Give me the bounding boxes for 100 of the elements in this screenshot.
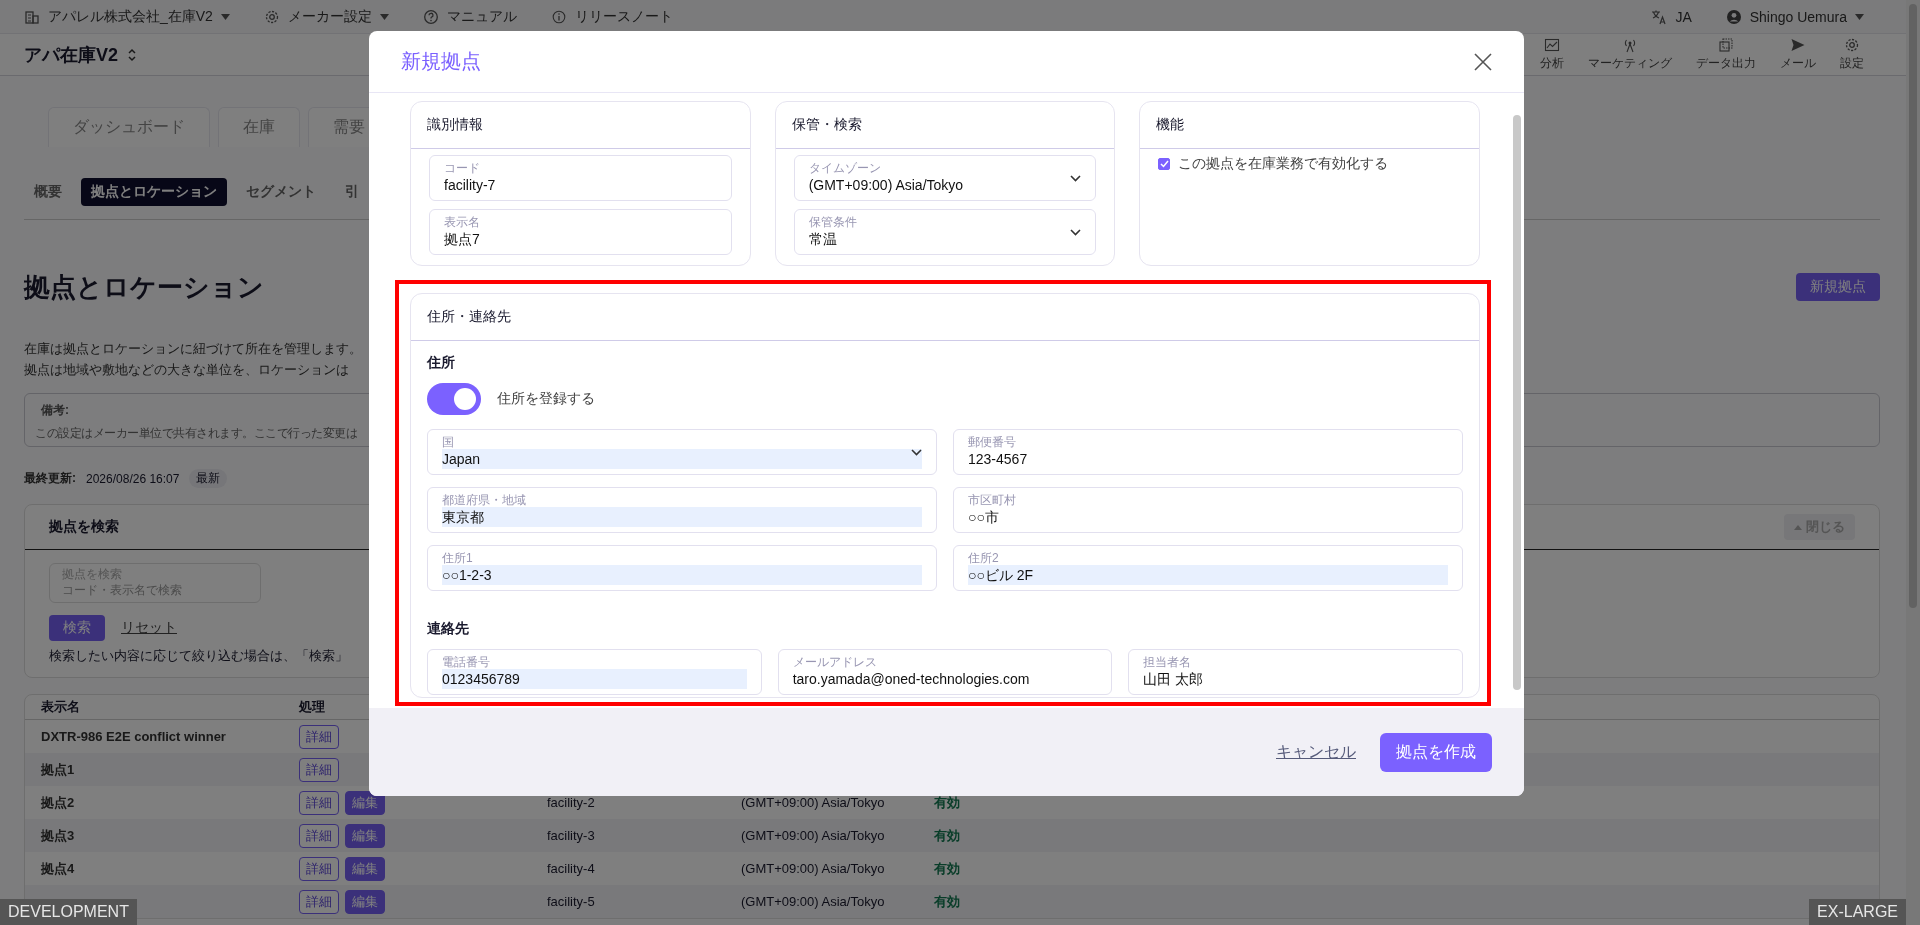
edit-button[interactable]: 編集 xyxy=(345,823,385,848)
nav-item[interactable]: メール xyxy=(1780,55,1816,72)
table-cell: facility-4 xyxy=(547,861,595,876)
edit-button[interactable]: 編集 xyxy=(345,790,385,815)
copy-icon xyxy=(1718,37,1734,53)
select-field[interactable]: 保管条件 常温 xyxy=(793,209,1097,255)
caret-up-icon xyxy=(1794,524,1802,530)
toggle-switch[interactable] xyxy=(427,383,481,415)
chevron-down-icon xyxy=(1070,175,1082,182)
text-field[interactable]: 郵便番号 123-4567 xyxy=(953,429,1463,475)
nav-item[interactable]: マーケティング xyxy=(1588,55,1672,72)
detail-button[interactable]: 詳細 xyxy=(299,889,339,914)
user-avatar-icon xyxy=(1725,8,1742,25)
text-field[interactable]: 市区町村 ○○市 xyxy=(953,487,1463,533)
tab[interactable]: 在庫 xyxy=(218,107,300,147)
close-icon[interactable] xyxy=(1474,52,1492,71)
chevron-down-icon xyxy=(911,449,922,456)
section-heading: 住所 xyxy=(427,353,456,371)
detail-button[interactable]: 詳細 xyxy=(299,823,339,848)
text-field[interactable]: 表示名 拠点7 xyxy=(429,209,732,255)
note-label: 備考: xyxy=(41,402,70,419)
nav-item[interactable]: 設定 xyxy=(1840,55,1864,72)
table-cell: (GMT+09:00) Asia/Tokyo xyxy=(741,795,885,810)
sub-tab[interactable]: 引 xyxy=(335,178,369,206)
checkbox[interactable] xyxy=(1158,158,1171,170)
chart-icon xyxy=(1544,37,1560,53)
help-icon xyxy=(422,8,439,25)
help-text: 検索したい内容に応じて絞り込む場合は、「検索」 xyxy=(49,647,348,665)
detail-button[interactable]: 詳細 xyxy=(299,757,339,782)
user-menu[interactable]: Shingo Uemura xyxy=(1749,8,1847,25)
table-cell: (GMT+09:00) Asia/Tokyo xyxy=(741,828,885,843)
environment-badge: DEVELOPMENT xyxy=(0,899,137,925)
app-title[interactable]: アパ在庫V2 xyxy=(24,42,119,67)
table-cell: 拠点1 xyxy=(41,761,75,777)
nav-item[interactable]: 分析 xyxy=(1540,55,1564,72)
text-field[interactable]: メールアドレス taro.yamada@oned-technologies.com xyxy=(777,649,1113,695)
menu-item[interactable]: メーカー設定 xyxy=(287,7,372,26)
table-cell: DXTR-986 E2E conflict winner xyxy=(41,729,226,744)
detail-button[interactable]: 詳細 xyxy=(299,790,339,815)
settings-icon xyxy=(263,8,280,25)
nav-item[interactable]: データ出力 xyxy=(1696,55,1756,72)
building-icon xyxy=(24,8,40,25)
text-field[interactable]: 電話番号 0123456789 xyxy=(427,649,762,695)
search-button[interactable]: 検索 xyxy=(49,615,105,641)
select-field[interactable]: タイムゾーン (GMT+09:00) Asia/Tokyo xyxy=(793,155,1097,201)
dialog-title: 新規拠点 xyxy=(401,49,481,74)
edit-button[interactable]: 編集 xyxy=(345,889,385,914)
text-field[interactable]: 都道府県・地域 東京都 xyxy=(427,487,937,533)
card-title: 識別情報 xyxy=(427,116,483,134)
text-field[interactable]: 住所2 ○○ビル 2F xyxy=(953,545,1463,591)
antenna-icon xyxy=(1622,37,1638,53)
toggle-label: 住所を登録する xyxy=(497,390,595,408)
note-text: この設定はメーカー単位で共有されます。ここで行った変更は xyxy=(35,425,357,442)
card-title: 住所・連絡先 xyxy=(427,308,511,326)
create-button[interactable]: 拠点を作成 xyxy=(1380,732,1492,772)
status-text: 有効 xyxy=(934,893,960,909)
menu-item[interactable]: アパレル株式会社_在庫V2 xyxy=(48,7,213,26)
reset-link[interactable]: リセット xyxy=(121,619,177,637)
table-cell: facility-2 xyxy=(547,795,595,810)
text-field[interactable]: コード facility-7 xyxy=(429,155,732,201)
sub-tab[interactable]: セグメント xyxy=(236,178,326,206)
table-cell: 拠点3 xyxy=(41,827,75,843)
status-text: 有効 xyxy=(934,827,960,843)
description-text: 拠点は地域や敷地などの大きな単位を、ロケーションは xyxy=(24,361,349,379)
status-text: 有効 xyxy=(934,860,960,876)
sub-tab[interactable]: 拠点とロケーション xyxy=(81,178,227,206)
table-cell: (GMT+09:00) Asia/Tokyo xyxy=(741,861,885,876)
table-cell: 拠点4 xyxy=(41,860,75,876)
menu-item[interactable]: マニュアル xyxy=(446,7,517,26)
table-cell: facility-3 xyxy=(547,828,595,843)
table-cell: (GMT+09:00) Asia/Tokyo xyxy=(741,894,885,909)
status-text: 有効 xyxy=(934,794,960,810)
language-selector[interactable]: JA xyxy=(1675,8,1692,25)
menu-item[interactable]: リリースノート xyxy=(574,7,673,26)
chevron-down-icon xyxy=(1070,229,1082,236)
table-cell: 拠点2 xyxy=(41,794,75,810)
search-card-title: 拠点を検索 xyxy=(49,518,119,536)
cancel-link[interactable]: キャンセル xyxy=(1276,741,1356,763)
switch-chevron-icon[interactable] xyxy=(126,46,139,63)
edit-button[interactable]: 編集 xyxy=(345,856,385,881)
column-header: 処理 xyxy=(299,698,326,716)
section-heading: 連絡先 xyxy=(427,619,470,637)
caret-icon xyxy=(1855,13,1864,20)
scrollbar-thumb[interactable] xyxy=(1513,115,1521,690)
settings-icon xyxy=(1844,37,1860,53)
breakpoint-badge: EX-LARGE xyxy=(1809,899,1906,925)
card-title: 機能 xyxy=(1156,116,1185,134)
detail-button[interactable]: 詳細 xyxy=(299,724,339,749)
description-text: 在庫は拠点とロケーションに紐づけて所在を管理します。 xyxy=(24,340,362,358)
translate-icon xyxy=(1651,8,1668,25)
updated-time: 2026/08/26 16:07 xyxy=(86,471,180,486)
text-field[interactable]: 担当者名 山田 太郎 xyxy=(1128,649,1463,695)
page-title: 拠点とロケーション xyxy=(24,271,264,304)
sub-tab[interactable]: 概要 xyxy=(24,178,72,206)
info-icon xyxy=(550,8,567,25)
detail-button[interactable]: 詳細 xyxy=(299,856,339,881)
new-facility-button[interactable]: 新規拠点 xyxy=(1796,273,1880,301)
column-header: 表示名 xyxy=(41,698,81,716)
text-field[interactable]: 住所1 ○○1-2-3 xyxy=(427,545,937,591)
select-field[interactable]: 国 Japan xyxy=(427,429,937,475)
